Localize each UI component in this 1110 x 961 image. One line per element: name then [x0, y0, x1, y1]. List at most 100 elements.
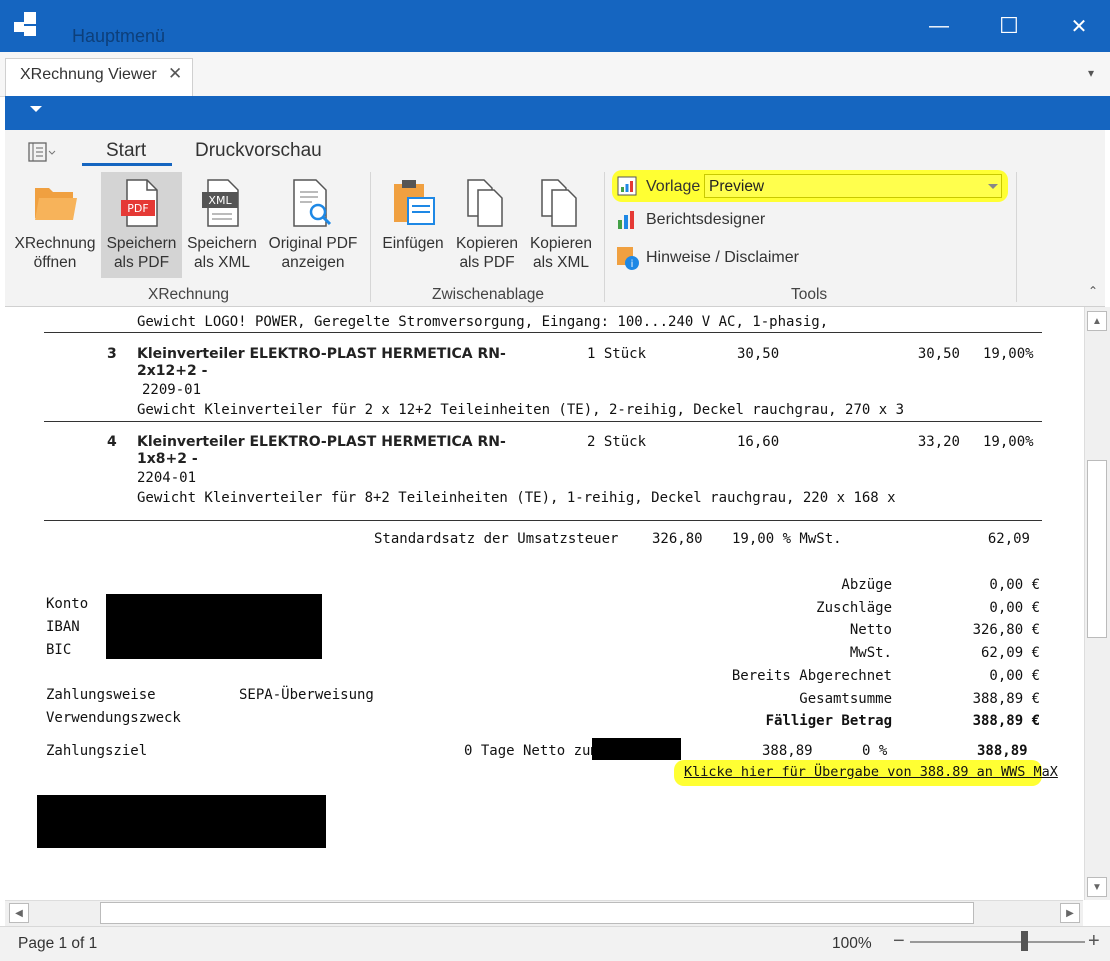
payment-term-label: Zahlungsziel [46, 743, 148, 759]
template-label: Vorlage [646, 178, 701, 195]
svg-text:i: i [631, 259, 634, 270]
xml-icon: XML [202, 179, 239, 227]
payment-term-discount: 0 % [862, 743, 888, 759]
copy-pdf-button[interactable]: Kopieren als PDF [452, 172, 522, 278]
template-select-value: Preview [709, 178, 765, 195]
open-xrechnung-button[interactable]: XRechnung öffnen [10, 172, 100, 278]
redacted-block [37, 795, 326, 848]
copy-icon [467, 179, 503, 227]
folder-icon [35, 188, 77, 220]
paste-icon [394, 180, 435, 225]
app-logo-icon[interactable] [14, 12, 42, 40]
group-separator [1016, 172, 1017, 302]
item-code: 2204-01 [137, 470, 197, 486]
previous-item-description: Gewicht LOGO! POWER, Geregelte Stromvers… [137, 314, 829, 330]
redacted-date [592, 738, 681, 760]
tab-overflow-icon[interactable]: ▾ [1088, 66, 1094, 80]
item-code: 2209-01 [142, 382, 202, 398]
item-title-cont: 1x8+2 - [137, 451, 198, 467]
tab-start[interactable]: Start [106, 140, 146, 162]
total-label: Fälliger Betrag [765, 713, 892, 730]
paste-button[interactable]: Einfügen [378, 172, 448, 278]
show-original-pdf-button[interactable]: Original PDF anzeigen [264, 172, 362, 278]
item-description: Gewicht Kleinverteiler für 8+2 Teileinhe… [137, 490, 896, 506]
copy-pdf-label-2: als PDF [459, 254, 515, 271]
total-label: Bereits Abgerechnet [731, 667, 892, 684]
report-designer-icon [618, 211, 634, 229]
chevron-down-icon[interactable] [988, 184, 998, 189]
item-total: 30,50 [917, 346, 960, 362]
save-pdf-label-2: als PDF [113, 254, 170, 271]
zoom-out-button[interactable]: − [893, 930, 905, 953]
vertical-scroll-thumb[interactable] [1087, 460, 1107, 638]
save-xml-label-2: als XML [194, 254, 250, 271]
total-label: MwSt. [849, 645, 892, 662]
info-icon: i [617, 247, 639, 270]
group-separator [604, 172, 605, 302]
close-button[interactable]: ✕ [1044, 0, 1110, 52]
horizontal-scroll-thumb[interactable] [100, 902, 974, 924]
copy-icon [541, 179, 577, 227]
total-value: 0,00 € [989, 599, 1040, 616]
total-value: 388,89 € [972, 713, 1040, 730]
group-separator [370, 172, 371, 302]
copy-pdf-label-1: Kopieren [455, 235, 519, 252]
item-unit-price: 16,60 [737, 434, 780, 450]
item-position: 3 [107, 346, 117, 362]
pdf-icon: PDF [121, 179, 158, 227]
totals-values: 0,00 € 0,00 € 326,80 € 62,09 € 0,00 € 38… [920, 574, 1040, 733]
payment-term-total: 388,89 [977, 743, 1028, 759]
save-xml-label-1: Speichern [187, 235, 257, 252]
tax-amount: 62,09 [987, 531, 1030, 547]
tab-start-indicator [82, 163, 172, 166]
save-pdf-button[interactable]: PDF Speichern als PDF [101, 172, 182, 278]
total-value: 0,00 € [989, 667, 1040, 684]
template-icon [617, 176, 637, 196]
document-search-icon [293, 179, 332, 227]
svg-text:PDF: PDF [127, 202, 148, 215]
iban-label: IBAN [46, 619, 80, 635]
item-title: Kleinverteiler ELEKTRO-PLAST HERMETICA R… [137, 346, 506, 362]
konto-label: Konto [46, 596, 89, 612]
ribbon-menu-icon[interactable] [28, 142, 56, 162]
quick-access-dropdown-icon[interactable] [30, 106, 42, 112]
tax-rate: 19,00 % MwSt. [732, 531, 842, 547]
open-label-2: öffnen [33, 254, 77, 271]
total-label: Abzüge [841, 577, 892, 593]
divider [44, 421, 1042, 422]
item-quantity: 1 Stück [587, 346, 647, 362]
scroll-down-icon[interactable]: ▼ [1087, 877, 1107, 897]
scroll-left-icon[interactable]: ◀ [9, 903, 29, 923]
copy-xml-label-2: als XML [533, 254, 589, 271]
group-label-clipboard: Zwischenablage [432, 286, 545, 303]
transfer-link[interactable]: Klicke hier für Übergabe von 388.89 an W… [684, 764, 1058, 780]
item-position: 4 [107, 434, 117, 450]
tab-close-icon[interactable]: ✕ [168, 64, 182, 84]
zoom-slider-track[interactable] [910, 941, 1085, 943]
report-designer-button[interactable]: Berichtsdesigner [646, 211, 765, 229]
payment-term-text: 0 Tage Netto zum [464, 743, 599, 759]
paste-label: Einfügen [382, 235, 444, 252]
zoom-in-button[interactable]: + [1088, 930, 1100, 953]
item-total: 33,20 [917, 434, 960, 450]
group-label-tools: Tools [791, 286, 828, 303]
notes-disclaimer-button[interactable]: Hinweise / Disclaimer [646, 249, 799, 267]
save-pdf-label-1: Speichern [106, 235, 177, 252]
show-pdf-label-2: anzeigen [281, 254, 345, 271]
total-value: 0,00 € [989, 577, 1040, 593]
totals-labels: Abzüge Zuschläge Netto MwSt. Bereits Abg… [690, 574, 892, 733]
save-xml-button[interactable]: XML Speichern als XML [184, 172, 260, 278]
minimize-button[interactable]: — [904, 0, 974, 52]
quick-access-toolbar [5, 96, 1110, 130]
item-title: Kleinverteiler ELEKTRO-PLAST HERMETICA R… [137, 434, 506, 450]
tab-print-preview[interactable]: Druckvorschau [195, 140, 322, 162]
divider [44, 520, 1042, 521]
copy-xml-button[interactable]: Kopieren als XML [526, 172, 596, 278]
total-label: Zuschläge [816, 599, 892, 616]
scroll-right-icon[interactable]: ▶ [1060, 903, 1080, 923]
zoom-slider-thumb[interactable] [1020, 931, 1028, 951]
payment-method-label: Zahlungsweise [46, 687, 156, 703]
maximize-button[interactable]: ☐ [974, 0, 1044, 52]
scroll-up-icon[interactable]: ▲ [1087, 311, 1107, 331]
ribbon-collapse-icon[interactable]: ⌃ [1088, 284, 1098, 298]
